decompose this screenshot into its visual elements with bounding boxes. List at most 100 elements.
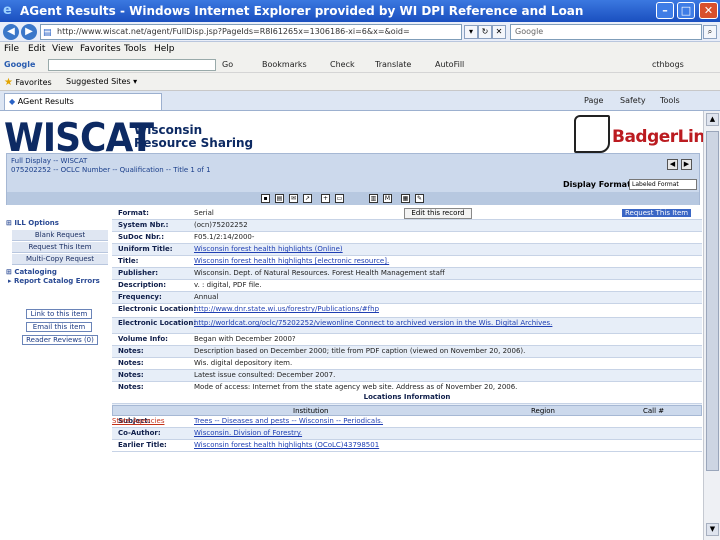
locations-header-row: Institution Region Call # (112, 405, 702, 416)
google-check-button[interactable]: Check (330, 60, 355, 69)
record-row: Uniform Title: Wisconsin forest health hi… (112, 244, 702, 256)
address-dropdown-button[interactable]: ▾ (464, 25, 478, 39)
col-region: Region (531, 407, 555, 415)
favorites-bar: ★ Favorites Suggested Sites ▾ (0, 73, 720, 91)
google-bookmarks-button[interactable]: Bookmarks (262, 60, 307, 69)
save-icon[interactable]: ▪ (261, 194, 270, 203)
record-field-value[interactable]: Wisconsin forest health highlights [elec… (194, 257, 389, 265)
command-page[interactable]: Page (584, 96, 603, 105)
vertical-scrollbar[interactable]: ▲ ▼ (703, 111, 720, 540)
scroll-down-button[interactable]: ▼ (706, 523, 719, 536)
print-icon[interactable]: ▤ (275, 194, 284, 203)
page-icon: ▤ (43, 28, 52, 38)
window-titlebar: e AGent Results - Windows Internet Explo… (0, 0, 720, 22)
books-icon[interactable]: ▥ (369, 194, 378, 203)
record-row: Electronic Location: http://www.dnr.state… (112, 304, 702, 318)
google-translate-button[interactable]: Translate (375, 60, 411, 69)
prev-record-button[interactable]: ◀ (667, 159, 678, 170)
command-tools[interactable]: Tools (660, 96, 680, 105)
record-row: Volume Info: Began with December 2000? (112, 334, 702, 346)
google-search-input[interactable] (48, 59, 216, 71)
record-row: Notes: Wis. digital depository item. (112, 358, 702, 370)
record-field-value: Annual (194, 293, 219, 301)
report-catalog-errors-link[interactable]: ▸ Report Catalog Errors (8, 277, 100, 285)
record-field-label: SuDoc Nbr.: (118, 233, 165, 241)
reader-reviews-button[interactable]: Reader Reviews (0) (22, 335, 98, 345)
suggested-sites-button[interactable]: Suggested Sites ▾ (66, 77, 137, 86)
record-field-label: Frequency: (118, 293, 162, 301)
multi-copy-request-link[interactable]: Multi-Copy Request (12, 254, 108, 265)
record-field-value: Began with December 2000? (194, 335, 296, 343)
scroll-thumb[interactable] (706, 131, 719, 471)
url-input[interactable]: ▤ http://www.wiscat.net/agent/FullDisp.j… (40, 24, 462, 40)
add-list-icon[interactable]: + (321, 194, 330, 203)
google-account-link[interactable]: cthbogs (652, 60, 684, 69)
folder-icon[interactable]: ▭ (335, 194, 344, 203)
blank-request-link[interactable]: Blank Request (12, 230, 108, 241)
location-group-state-agencies[interactable]: State Agencies (112, 417, 164, 425)
menu-file[interactable]: File (4, 44, 19, 54)
record-row: Notes: Latest issue consulted: December 2… (112, 370, 702, 382)
minimize-button[interactable]: – (656, 2, 674, 19)
command-safety[interactable]: Safety (620, 96, 646, 105)
breadcrumb-detail: 075202252 -- OCLC Number -- Qualificatio… (11, 166, 211, 174)
display-format-label: Display Format: (563, 180, 635, 189)
record-field-label: Earlier Title: (118, 441, 167, 449)
maximize-button[interactable]: □ (677, 2, 695, 19)
record-field-value: Wisconsin. Dept. of Natural Resources. F… (194, 269, 445, 277)
edit-record-button[interactable]: Edit this record (404, 208, 472, 219)
record-row: Notes: Description based on December 2000… (112, 346, 702, 358)
record-field-label: Uniform Title: (118, 245, 173, 253)
next-record-button[interactable]: ▶ (681, 159, 692, 170)
search-button[interactable]: ⌕ (703, 25, 717, 39)
tab-agent-results[interactable]: ◆ AGent Results (4, 93, 162, 110)
menu-view[interactable]: View (52, 44, 73, 54)
record-field-value[interactable]: http://www.dnr.state.wi.us/forestry/Publ… (194, 305, 379, 313)
menu-edit[interactable]: Edit (28, 44, 45, 54)
refresh-button[interactable]: ↻ (478, 25, 492, 39)
close-button[interactable]: ✕ (699, 2, 718, 19)
record-field-label: Volume Info: (118, 335, 168, 343)
record-row: Subject: Trees -- Diseases and pests -- W… (112, 416, 702, 428)
menu-help[interactable]: Help (154, 44, 175, 54)
record-field-value[interactable]: Wisconsin forest health highlights (Onli… (194, 245, 343, 253)
scroll-up-button[interactable]: ▲ (706, 113, 719, 126)
link-to-item-button[interactable]: Link to this item (26, 309, 92, 319)
display-format-select[interactable]: Labeled Format (629, 179, 697, 190)
record-row: Earlier Title: Wisconsin forest health hi… (112, 440, 702, 452)
back-button[interactable]: ◀ (3, 24, 19, 40)
record-field-value[interactable]: Wisconsin. Division of Forestry. (194, 429, 302, 437)
record-row: Electronic Location: http://worldcat.org/… (112, 318, 702, 334)
record-field-value: (ocn)75202252 (194, 221, 248, 229)
email-item-button[interactable]: Email this item (26, 322, 92, 332)
holdings-icon[interactable]: ▦ (401, 194, 410, 203)
record-field-label: Notes: (118, 383, 144, 391)
badgerlink-logo: BadgerLink (612, 127, 703, 147)
google-go-button[interactable]: Go (222, 60, 233, 69)
record-field-value[interactable]: Wisconsin forest health highlights (OCoL… (194, 441, 379, 449)
marc-icon[interactable]: M (383, 194, 392, 203)
record-row: Publisher: Wisconsin. Dept. of Natural Re… (112, 268, 702, 280)
wiscat-subtitle: Wisconsin Resource Sharing (134, 123, 254, 150)
email-icon[interactable]: ✉ (289, 194, 298, 203)
google-autofill-button[interactable]: AutoFill (435, 60, 464, 69)
forward-button[interactable]: ▶ (21, 24, 37, 40)
search-input[interactable]: Google (510, 24, 702, 40)
stop-button[interactable]: ✕ (492, 25, 506, 39)
record-row: SuDoc Nbr.: F05.1/2:14/2000- (112, 232, 702, 244)
breadcrumb: Full Display -- WISCAT (11, 157, 88, 165)
col-call-number: Call # (643, 407, 665, 415)
request-this-item-link[interactable]: Request This Item (12, 242, 108, 253)
cataloging-heading[interactable]: ⊞ Cataloging (6, 268, 57, 276)
export-icon[interactable]: ↗ (303, 194, 312, 203)
menu-tools[interactable]: Tools (124, 44, 146, 54)
ill-options-heading[interactable]: ⊞ ILL Options (6, 219, 59, 227)
record-toolbar: ▪ ▤ ✉ ↗ + ▭ ▥ M ▦ ✎ (7, 192, 699, 205)
notes-icon[interactable]: ✎ (415, 194, 424, 203)
record-row: Description: v. : digital, PDF file. (112, 280, 702, 292)
favorites-button[interactable]: ★ Favorites (4, 77, 52, 88)
record-field-value[interactable]: Trees -- Diseases and pests -- Wisconsin… (194, 417, 383, 425)
record-field-value[interactable]: http://worldcat.org/oclc/75202252/viewon… (194, 319, 552, 327)
menu-favorites[interactable]: Favorites (80, 44, 121, 54)
request-item-button[interactable]: Request This Item (622, 209, 692, 217)
